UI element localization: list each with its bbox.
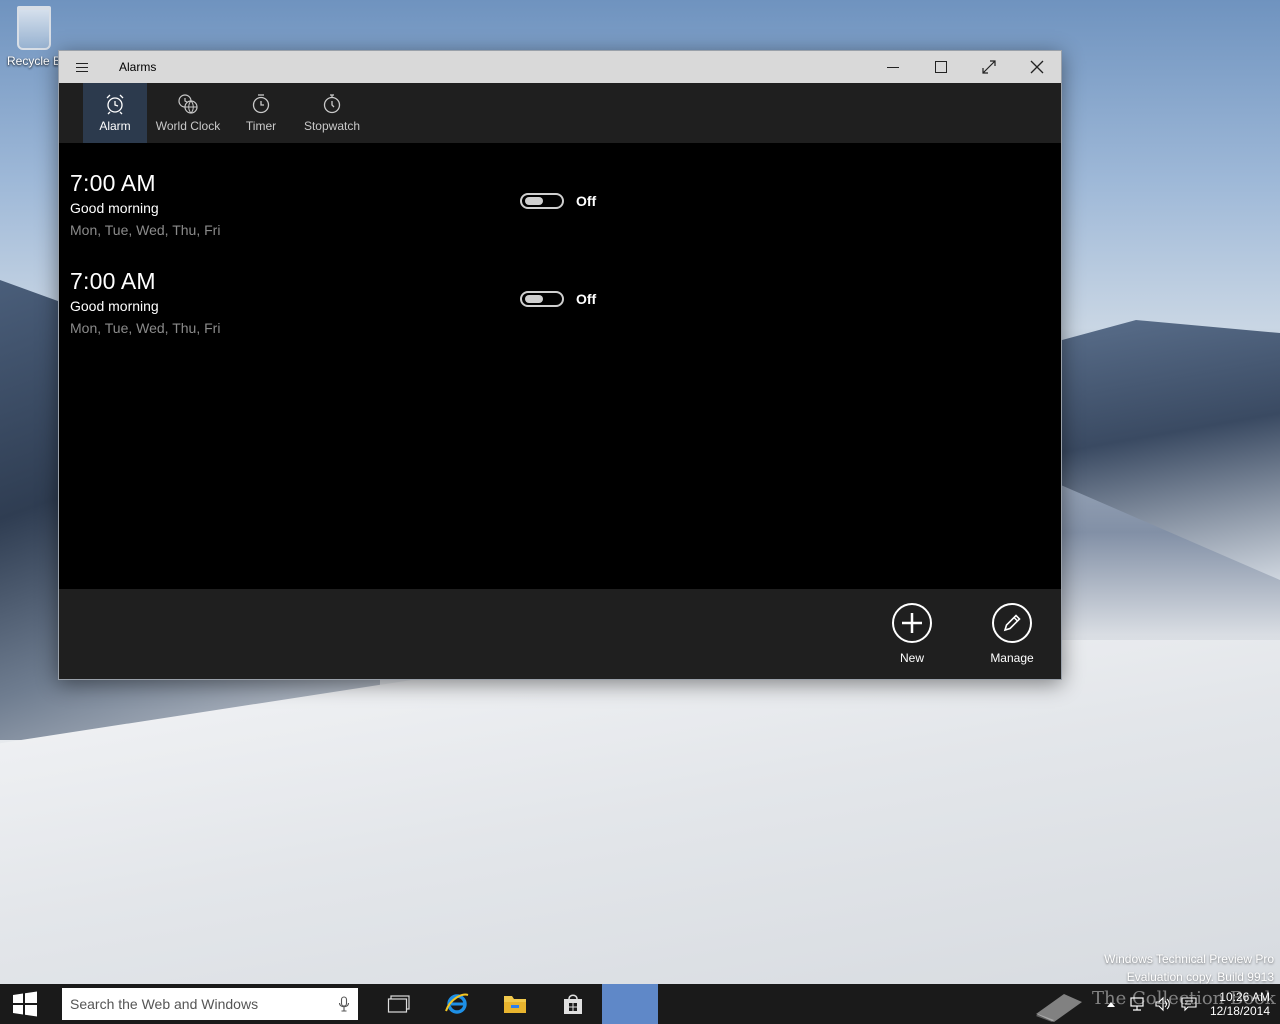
task-view-icon bbox=[387, 995, 410, 1013]
alarm-item[interactable]: 7:00 AM Good morning Mon, Tue, Wed, Thu,… bbox=[70, 169, 1061, 267]
toggle-switch[interactable] bbox=[520, 291, 564, 307]
tab-stopwatch[interactable]: Stopwatch bbox=[303, 83, 361, 143]
toggle-switch[interactable] bbox=[520, 193, 564, 209]
microphone-icon[interactable] bbox=[338, 996, 350, 1012]
world-clock-icon bbox=[178, 94, 198, 114]
build-watermark: Windows Technical Preview Pro Evaluation… bbox=[1104, 950, 1274, 986]
windows-logo-icon bbox=[13, 991, 37, 1017]
alarm-list: 7:00 AM Good morning Mon, Tue, Wed, Thu,… bbox=[59, 143, 1061, 591]
alarm-toggle[interactable]: Off bbox=[520, 291, 596, 307]
hamburger-menu-icon[interactable] bbox=[59, 51, 105, 83]
maximize-button[interactable] bbox=[917, 51, 965, 83]
internet-explorer-icon bbox=[445, 993, 469, 1014]
new-button-label: New bbox=[899, 651, 924, 665]
taskbar-search[interactable]: Search the Web and Windows bbox=[62, 988, 358, 1020]
taskbar-internet-explorer[interactable] bbox=[428, 984, 486, 1024]
manage-button-label: Manage bbox=[990, 651, 1034, 665]
book-watermark-icon bbox=[1036, 994, 1082, 1022]
minimize-icon bbox=[887, 66, 899, 68]
alarm-toggle[interactable]: Off bbox=[520, 193, 596, 209]
desktop-wallpaper-mountain-right bbox=[1040, 320, 1280, 580]
start-button[interactable] bbox=[0, 984, 50, 1024]
tab-alarm[interactable]: Alarm bbox=[83, 83, 147, 143]
taskbar-alarms-app[interactable] bbox=[602, 984, 658, 1024]
tab-world-clock[interactable]: World Clock bbox=[153, 83, 223, 143]
tab-alarm-label: Alarm bbox=[99, 119, 131, 133]
plus-icon bbox=[892, 603, 932, 643]
folder-icon bbox=[504, 996, 526, 1013]
recycle-bin-label: Recycle B bbox=[7, 54, 62, 68]
tab-timer[interactable]: Timer bbox=[229, 83, 293, 143]
stopwatch-icon bbox=[323, 94, 341, 114]
alarm-clock-icon bbox=[106, 94, 124, 115]
minimize-button[interactable] bbox=[869, 51, 917, 83]
manage-alarms-button[interactable]: Manage bbox=[977, 603, 1047, 665]
store-icon bbox=[564, 994, 582, 1014]
app-bar: New Manage bbox=[59, 589, 1061, 679]
search-placeholder: Search the Web and Windows bbox=[70, 996, 259, 1012]
timer-icon bbox=[252, 94, 270, 114]
desktop-icon-recycle-bin[interactable]: Recycle B bbox=[4, 6, 64, 68]
fullscreen-icon bbox=[982, 60, 996, 74]
pencil-icon bbox=[992, 603, 1032, 643]
collection-watermark-text: The Collection Book bbox=[1092, 988, 1276, 1009]
tab-stopwatch-label: Stopwatch bbox=[303, 119, 361, 133]
tab-world-clock-label: World Clock bbox=[155, 119, 221, 133]
nav-bar: Alarm World Clock Timer Stopwatch bbox=[59, 83, 1061, 143]
watermark-edition: Windows Technical Preview Pro bbox=[1104, 952, 1274, 966]
fullscreen-button[interactable] bbox=[965, 51, 1013, 83]
toggle-state-label: Off bbox=[576, 291, 597, 307]
window-title: Alarms bbox=[119, 60, 157, 74]
close-button[interactable] bbox=[1013, 51, 1061, 83]
alarm-days: Mon, Tue, Wed, Thu, Fri bbox=[70, 222, 221, 238]
taskbar-file-explorer[interactable] bbox=[486, 984, 544, 1024]
task-view-button[interactable] bbox=[370, 984, 428, 1024]
close-icon bbox=[1030, 60, 1044, 74]
toggle-state-label: Off bbox=[576, 193, 597, 209]
alarms-window: Alarms Alarm World Clock Timer Stopwatch… bbox=[58, 50, 1062, 680]
tab-timer-label: Timer bbox=[245, 119, 277, 133]
recycle-bin-icon bbox=[17, 6, 51, 50]
title-bar[interactable]: Alarms bbox=[59, 51, 1061, 83]
taskbar-store[interactable] bbox=[544, 984, 602, 1024]
maximize-icon bbox=[935, 61, 947, 73]
alarm-days: Mon, Tue, Wed, Thu, Fri bbox=[70, 320, 221, 336]
alarm-item[interactable]: 7:00 AM Good morning Mon, Tue, Wed, Thu,… bbox=[70, 267, 1061, 365]
new-alarm-button[interactable]: New bbox=[877, 603, 947, 665]
